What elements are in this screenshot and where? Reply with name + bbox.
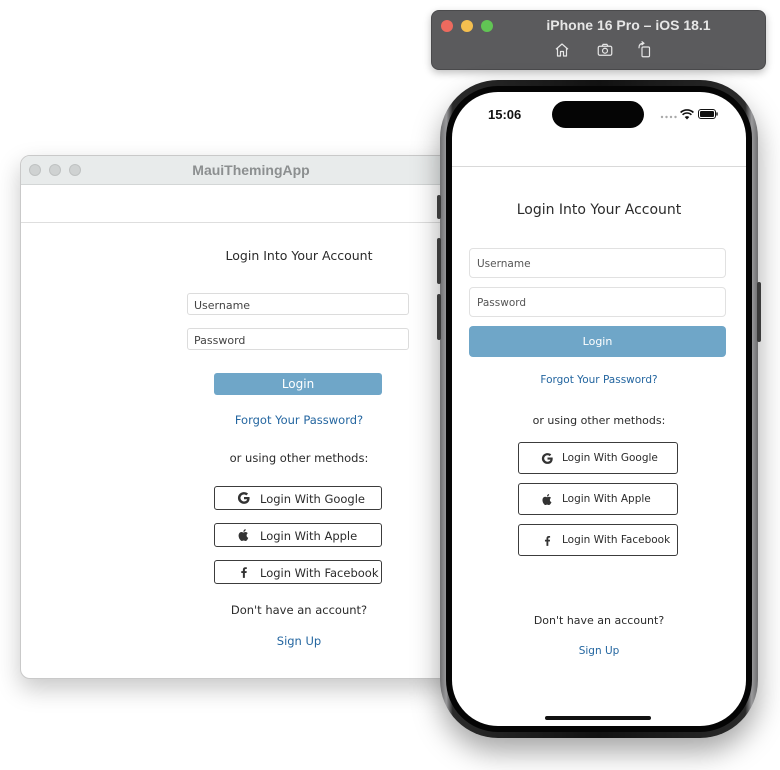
- google-icon: [541, 453, 553, 464]
- apple-icon: [542, 494, 552, 506]
- forgot-password-link[interactable]: Forgot Your Password?: [452, 374, 746, 386]
- status-time: 15:06: [488, 107, 522, 122]
- power-button[interactable]: [757, 282, 761, 342]
- login-button[interactable]: Login: [469, 326, 726, 357]
- home-icon[interactable]: [553, 41, 571, 59]
- login-apple-button[interactable]: Login With Apple: [518, 483, 678, 515]
- home-indicator[interactable]: [545, 716, 651, 720]
- iphone-frame: 15:06 Login Into Your Account Username P…: [437, 80, 761, 738]
- sign-up-link[interactable]: Sign Up: [187, 634, 411, 648]
- facebook-icon: [544, 536, 551, 546]
- password-placeholder: Password: [194, 334, 246, 347]
- login-apple-label: Login With Apple: [260, 529, 358, 543]
- mac-navigation-bar: [21, 185, 481, 223]
- facebook-icon: [241, 567, 247, 578]
- other-methods-label: or using other methods:: [532, 414, 666, 427]
- wifi-icon: [680, 109, 694, 120]
- volume-down-button[interactable]: [437, 294, 441, 340]
- dynamic-island: [552, 101, 644, 128]
- cellular-signal-icon: [660, 115, 677, 119]
- page-title: Login Into Your Account: [516, 202, 682, 218]
- mac-titlebar[interactable]: MauiThemingApp: [21, 156, 481, 185]
- phone-screen: 15:06 Login Into Your Account Username P…: [452, 92, 746, 726]
- simulator-title: iPhone 16 Pro – iOS 18.1: [546, 17, 711, 33]
- login-apple-label: Login With Apple: [562, 493, 651, 505]
- login-facebook-label: Login With Facebook: [562, 534, 671, 546]
- password-input[interactable]: Password: [469, 287, 726, 317]
- username-input[interactable]: Username: [187, 293, 409, 315]
- sign-up-link[interactable]: Sign Up: [452, 645, 746, 657]
- mac-app-window: MauiThemingApp Login Into Your Account U…: [20, 155, 482, 679]
- no-account-label: Don't have an account?: [533, 614, 665, 627]
- rotate-icon[interactable]: [636, 41, 654, 59]
- login-google-button[interactable]: Login With Google: [214, 486, 382, 510]
- battery-icon: [698, 109, 718, 119]
- login-facebook-label: Login With Facebook: [260, 566, 379, 580]
- window-title: MauiThemingApp: [192, 162, 310, 178]
- volume-up-button[interactable]: [437, 238, 441, 284]
- login-facebook-button[interactable]: Login With Facebook: [518, 524, 678, 556]
- action-button[interactable]: [437, 195, 441, 219]
- simulator-toolbar[interactable]: iPhone 16 Pro – iOS 18.1: [431, 10, 766, 70]
- apple-icon: [238, 529, 249, 541]
- login-button[interactable]: Login: [214, 373, 382, 395]
- password-input[interactable]: Password: [187, 328, 409, 350]
- google-icon: [237, 492, 250, 504]
- login-facebook-button[interactable]: Login With Facebook: [214, 560, 382, 584]
- username-input[interactable]: Username: [469, 248, 726, 278]
- login-google-label: Login With Google: [562, 452, 658, 464]
- sim-minimize-button[interactable]: [461, 20, 473, 32]
- page-title: Login Into Your Account: [225, 248, 373, 263]
- screenshot-icon[interactable]: [596, 41, 614, 59]
- other-methods-label: or using other methods:: [229, 451, 369, 465]
- login-google-button[interactable]: Login With Google: [518, 442, 678, 474]
- username-placeholder: Username: [194, 299, 251, 312]
- forgot-password-link[interactable]: Forgot Your Password?: [187, 413, 411, 427]
- login-apple-button[interactable]: Login With Apple: [214, 523, 382, 547]
- username-placeholder: Username: [477, 258, 531, 270]
- password-placeholder: Password: [477, 297, 527, 309]
- sim-close-button[interactable]: [441, 20, 453, 32]
- no-account-label: Don't have an account?: [230, 603, 368, 617]
- navigation-bar-divider: [452, 166, 746, 167]
- login-google-label: Login With Google: [260, 492, 365, 506]
